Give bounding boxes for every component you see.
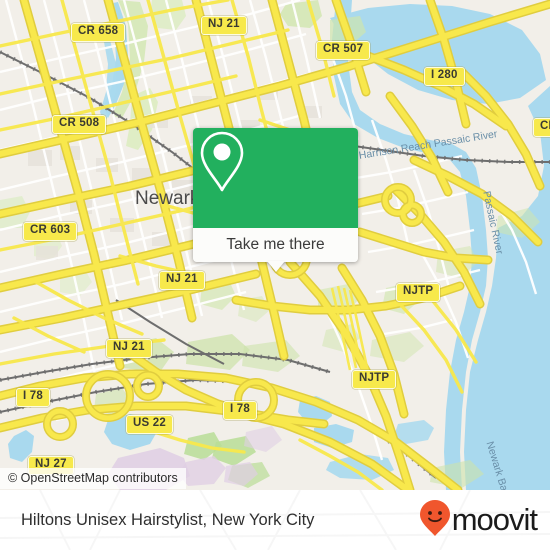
bottom-bar: Hiltons Unisex Hairstylist, New York Cit…: [0, 490, 550, 550]
shield-us-22[interactable]: US 22: [126, 415, 173, 434]
moovit-wordmark: moovit: [451, 502, 538, 537]
shield-cr-603[interactable]: CR 603: [23, 222, 78, 241]
take-me-there-button[interactable]: Take me there: [193, 228, 358, 272]
shield-i-78-east[interactable]: I 78: [223, 401, 257, 420]
location-title: Hiltons Unisex Hairstylist, New York Cit…: [21, 510, 315, 529]
shield-nj-21-south[interactable]: NJ 21: [106, 339, 152, 358]
shield-i-78-west[interactable]: I 78: [16, 388, 50, 407]
callout-pointer-tail: [266, 261, 285, 272]
shield-i-280[interactable]: I 280: [424, 67, 465, 86]
moovit-smiley-pin-icon: [419, 499, 451, 542]
destination-callout[interactable]: Take me there: [193, 128, 358, 272]
shield-cr-658[interactable]: CR 658: [71, 23, 126, 42]
place-label-newark: Newark: [135, 188, 200, 209]
moovit-logo[interactable]: moovit: [419, 490, 538, 550]
moovit-map-screenshot: Newark Harrison Reach Passaic River Pass…: [0, 0, 550, 550]
shield-cr-edge[interactable]: CR: [533, 118, 550, 137]
shield-njtp-south[interactable]: NJTP: [352, 370, 397, 389]
shield-cr-507[interactable]: CR 507: [316, 41, 371, 60]
shield-nj-21-mid[interactable]: NJ 21: [159, 271, 205, 290]
shield-nj-21-north[interactable]: NJ 21: [201, 16, 247, 35]
shield-cr-508[interactable]: CR 508: [52, 115, 107, 134]
map-canvas[interactable]: Newark Harrison Reach Passaic River Pass…: [0, 0, 550, 490]
osm-attribution[interactable]: © OpenStreetMap contributors: [0, 468, 186, 489]
take-me-there-label: Take me there: [226, 236, 325, 253]
shield-njtp-north[interactable]: NJTP: [396, 283, 441, 302]
callout-green-panel: [193, 128, 358, 228]
